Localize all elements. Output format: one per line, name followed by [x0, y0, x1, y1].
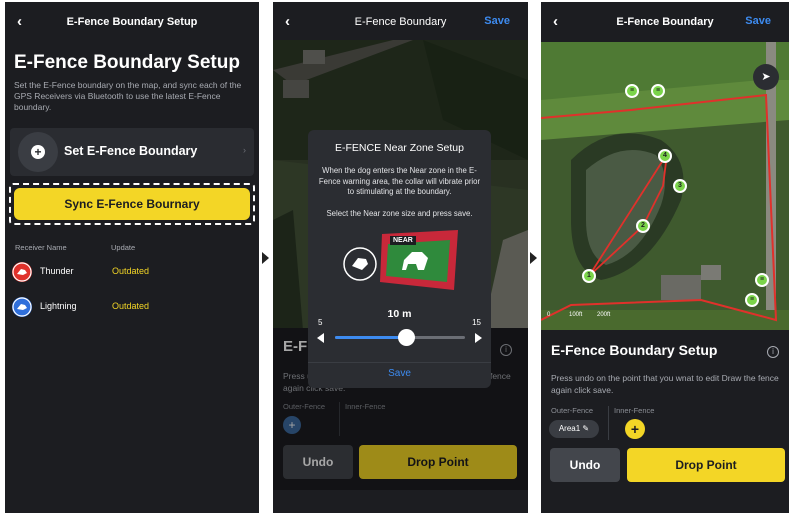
receiver-row-lightning[interactable]: Lightning Outdated — [12, 295, 252, 319]
map-scale-100: 100ft — [569, 312, 583, 318]
fence-divider — [608, 406, 609, 440]
plus-icon: + — [31, 145, 45, 159]
step-arrow-icon — [530, 252, 537, 264]
receiver-status: Outdated — [112, 301, 150, 311]
fence-point-2[interactable]: 2 — [636, 219, 650, 233]
set-boundary-row[interactable]: + Set E-Fence Boundary › — [10, 128, 254, 176]
sync-highlight-frame: Sync E-Fence Bournary — [9, 183, 255, 225]
near-zone-value: 10 m — [387, 308, 412, 320]
info-icon[interactable]: i — [767, 346, 779, 358]
modal-body: When the dog enters the Near zone in the… — [318, 166, 481, 196]
area-chip-label: Area1 — [558, 424, 581, 433]
nav-bar: ‹ E-Fence Boundary Save — [541, 2, 789, 42]
modal-save-button[interactable]: Save — [308, 368, 491, 379]
receiver-name: Lightning — [40, 301, 77, 311]
undo-button[interactable]: Undo — [550, 448, 620, 482]
locate-arrow-icon[interactable]: ➤ — [753, 64, 779, 90]
outer-fence-pin[interactable]: ≡ — [625, 84, 639, 98]
add-inner-fence-button[interactable]: + — [625, 419, 645, 439]
screen-boundary-setup: ‹ E-Fence Boundary Setup E-Fence Boundar… — [5, 2, 259, 513]
outer-fence-pin[interactable]: ≡ — [745, 293, 759, 307]
screen-near-zone-setup: ‹ E-Fence Boundary Save E-F i Press undo… — [273, 2, 528, 513]
receiver-name: Thunder — [40, 266, 74, 276]
modal-divider — [308, 362, 491, 363]
slider-fill — [335, 336, 405, 339]
back-chevron-icon[interactable]: ‹ — [553, 13, 558, 30]
near-zone-modal: E-FENCE Near Zone Setup When the dog ent… — [308, 130, 491, 388]
receiver-name-header: Receiver Name — [15, 243, 67, 252]
outer-fence-pin[interactable]: ≡ — [755, 273, 769, 287]
receiver-status: Outdated — [112, 266, 150, 276]
fence-point-1[interactable]: 1 — [582, 269, 596, 283]
nav-save-button[interactable]: Save — [745, 15, 771, 27]
fence-point-3[interactable]: 3 — [673, 179, 687, 193]
back-chevron-icon[interactable]: ‹ — [17, 13, 22, 30]
nav-title: E-Fence Boundary — [354, 16, 447, 28]
update-header: Update — [111, 243, 136, 252]
satellite-map[interactable]: ≡ ≡ ≡ ≡ 1 2 3 4 ➤ 0 100ft 200ft — [541, 40, 789, 330]
panel-title: E-Fence Boundary Setup — [551, 342, 718, 358]
nav-bar: ‹ E-Fence Boundary Setup — [5, 2, 259, 42]
nav-title: E-Fence Boundary Setup — [66, 16, 198, 28]
near-badge: NEAR — [390, 236, 416, 245]
modal-title: E-FENCE Near Zone Setup — [335, 142, 464, 154]
near-zone-slider[interactable] — [335, 329, 465, 346]
pencil-icon: ✎ — [580, 424, 590, 433]
nav-title: E-Fence Boundary — [616, 16, 714, 28]
slider-knob[interactable] — [398, 329, 415, 346]
nav-bar: ‹ E-Fence Boundary Save — [273, 2, 528, 42]
outer-fence-label: Outer-Fence — [551, 406, 594, 415]
set-boundary-label: Set E-Fence Boundary — [64, 144, 198, 158]
page-description: Set the E-Fence boundary on the map, and… — [14, 80, 242, 112]
outer-fence-pin[interactable]: ≡ — [651, 84, 665, 98]
decrease-arrow-icon[interactable] — [317, 333, 324, 343]
back-chevron-icon[interactable]: ‹ — [285, 13, 290, 30]
increase-arrow-icon[interactable] — [475, 333, 482, 343]
dog-avatar-icon — [12, 297, 32, 317]
modal-instruction: Select the Near zone size and press save… — [326, 209, 473, 218]
inner-fence-label: Inner-Fence — [614, 406, 655, 415]
receiver-row-thunder[interactable]: Thunder Outdated — [12, 260, 252, 284]
fence-point-4[interactable]: 4 — [658, 149, 672, 163]
slider-min-label: 5 — [318, 318, 323, 327]
add-circle: + — [18, 132, 58, 172]
map-scale-0: 0 — [547, 312, 551, 318]
step-arrow-icon — [262, 252, 269, 264]
map-scale-200: 200ft — [597, 312, 611, 318]
dog-avatar-icon — [12, 262, 32, 282]
near-zone-illustration: NEAR — [342, 230, 462, 292]
chevron-right-icon: › — [243, 145, 246, 155]
nav-save-button[interactable]: Save — [484, 15, 510, 27]
drop-point-button[interactable]: Drop Point — [627, 448, 785, 482]
screen-boundary-map: ≡ ≡ ≡ ≡ 1 2 3 4 ➤ 0 100ft 200ft ‹ E-Fenc… — [541, 2, 789, 513]
page-title: E-Fence Boundary Setup — [14, 52, 240, 73]
panel-instructions: Press undo on the point that you wnat to… — [551, 373, 779, 395]
slider-max-label: 15 — [472, 318, 481, 327]
area-chip[interactable]: Area1 ✎ — [549, 420, 599, 438]
sync-boundary-button[interactable]: Sync E-Fence Bournary — [14, 188, 250, 220]
